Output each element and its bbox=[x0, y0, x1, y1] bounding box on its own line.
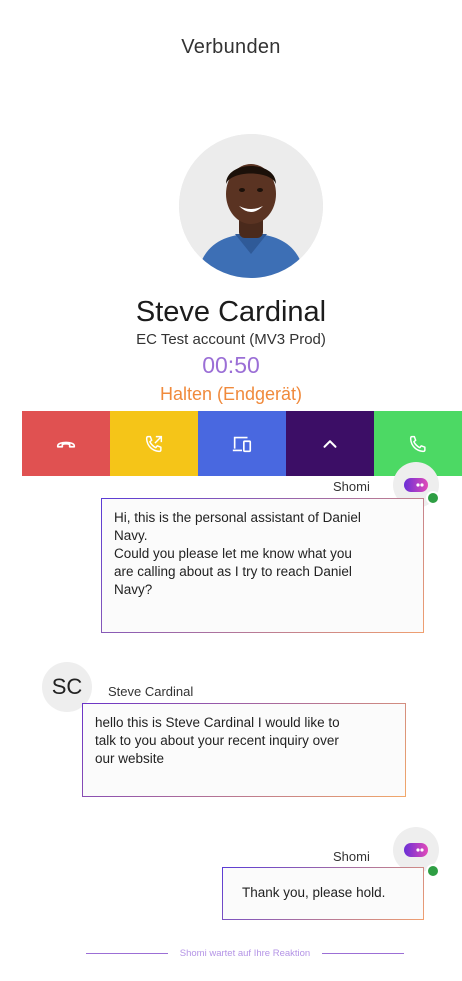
chevron-up-icon bbox=[323, 439, 337, 448]
message-line: hello this is Steve Cardinal I would lik… bbox=[95, 715, 340, 730]
message-line: Could you please let me know what you bbox=[114, 546, 352, 561]
chat-bubble-bot: Thank you, please hold. bbox=[222, 867, 424, 920]
transfer-button[interactable] bbox=[110, 411, 198, 476]
call-state: Halten (Endgerät) bbox=[159, 384, 303, 404]
message-sender: Steve Cardinal bbox=[108, 684, 194, 699]
call-action-bar bbox=[22, 411, 462, 476]
shomi-logo-icon bbox=[404, 478, 428, 492]
chat-bubble-user: hello this is Steve Cardinal I would lik… bbox=[82, 703, 406, 797]
expand-button[interactable] bbox=[286, 411, 374, 476]
devices-icon bbox=[232, 436, 252, 452]
message-sender: Shomi bbox=[333, 479, 370, 494]
divider bbox=[86, 953, 168, 954]
hangup-button[interactable] bbox=[22, 411, 110, 476]
message-line: Hi, this is the personal assistant of Da… bbox=[114, 510, 361, 525]
call-status: Verbunden bbox=[181, 36, 281, 58]
call-timer: 00:50 bbox=[202, 352, 260, 378]
waiting-indicator: Shomi wartet auf Ihre Reaktion bbox=[86, 948, 404, 959]
phone-forward-icon bbox=[145, 435, 163, 452]
chat-bubble-bot: Hi, this is the personal assistant of Da… bbox=[101, 498, 424, 633]
shomi-logo-icon bbox=[404, 843, 428, 857]
message-line: talk to you about your recent inquiry ov… bbox=[95, 733, 339, 748]
caller-name: Steve Cardinal bbox=[135, 296, 327, 328]
message-line: Thank you, please hold. bbox=[242, 885, 386, 900]
message-sender: Shomi bbox=[333, 849, 370, 864]
online-indicator bbox=[426, 491, 440, 505]
message-line: Navy. bbox=[114, 528, 148, 543]
message-line: are calling about as I try to reach Dani… bbox=[114, 564, 352, 579]
waiting-text: Shomi wartet auf Ihre Reaktion bbox=[179, 948, 311, 959]
message-line: Navy? bbox=[114, 582, 153, 597]
message-line: our website bbox=[95, 751, 165, 766]
device-switch-button[interactable] bbox=[198, 411, 286, 476]
divider bbox=[322, 953, 404, 954]
online-indicator bbox=[426, 864, 440, 878]
phone-hangup-icon bbox=[56, 441, 76, 448]
caller-account: EC Test account (MV3 Prod) bbox=[136, 331, 326, 348]
phone-icon bbox=[409, 435, 426, 452]
caller-avatar bbox=[179, 134, 323, 278]
